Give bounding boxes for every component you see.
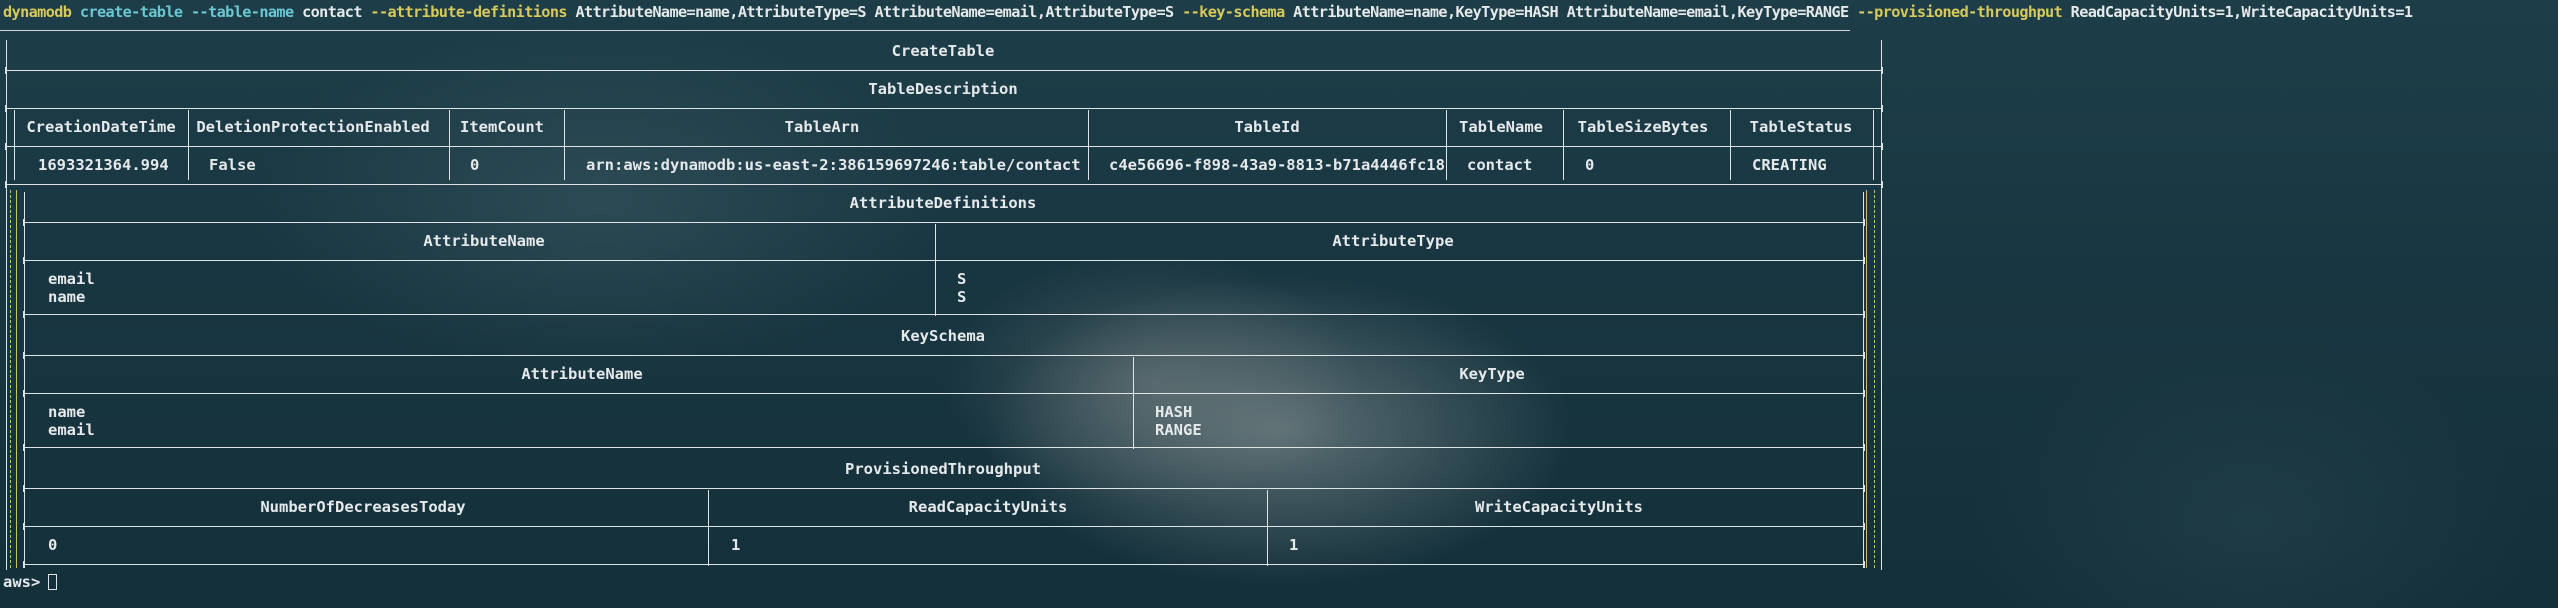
col-header: AttributeType (1332, 232, 1454, 250)
col-sep (449, 110, 450, 180)
decreases-today: 0 (48, 536, 58, 554)
outer-right-border (1881, 40, 1882, 570)
col-header: TableArn (784, 118, 860, 136)
rule (23, 390, 1865, 397)
create-table-title: CreateTable (891, 42, 995, 60)
rule (23, 257, 1865, 264)
write-capacity: 1 (1289, 536, 1299, 554)
outer-left-border (6, 40, 7, 570)
col-header: TableId (1234, 118, 1300, 136)
section-left (24, 451, 25, 566)
rule (23, 561, 1865, 568)
col-sep (935, 224, 936, 316)
rule (23, 311, 1865, 318)
rule (5, 143, 1883, 150)
col-header: ReadCapacityUnits (908, 498, 1068, 516)
attr-type: S (957, 288, 967, 306)
attr-type: S (957, 270, 967, 288)
col-sep (14, 110, 15, 180)
rule (23, 219, 1865, 226)
key-type: HASH (1155, 403, 1193, 421)
rule (5, 181, 1883, 188)
read-capacity: 1 (731, 536, 741, 554)
flag-attribute-definitions: --attribute-definitions (370, 3, 567, 21)
col-header: CreationDateTime (26, 118, 176, 136)
value-attribute-definitions: AttributeName=name,AttributeType=S Attri… (575, 3, 1174, 21)
key-attr-name: name (48, 403, 86, 421)
table-description-title: TableDescription (868, 80, 1018, 98)
rule (5, 105, 1883, 112)
rule (5, 67, 1883, 74)
key-schema-title: KeySchema (901, 327, 985, 345)
table-name: contact (1467, 156, 1533, 174)
col-header: DeletionProtectionEnabled (196, 118, 430, 136)
section-right (1863, 451, 1864, 566)
col-sep (564, 110, 565, 180)
table-arn: arn:aws:dynamodb:us-east-2:386159697246:… (586, 156, 1081, 174)
col-sep (1730, 110, 1731, 180)
section-left (24, 192, 25, 314)
col-header: WriteCapacityUnits (1475, 498, 1643, 516)
shell-prompt: aws> (3, 573, 41, 591)
nest-border-right-inner (1866, 190, 1867, 568)
col-sep (708, 490, 709, 566)
table-id: c4e56696-f898-43a9-8813-b71a4446fc18 (1109, 156, 1445, 174)
attr-name: email (48, 270, 95, 288)
key-attr-name: email (48, 421, 95, 439)
nest-border-left (10, 190, 11, 568)
flag-provisioned-throughput: --provisioned-throughput (1857, 3, 2063, 21)
rule (23, 485, 1865, 492)
col-header: KeyType (1459, 365, 1525, 383)
creation-date-time: 1693321364.994 (38, 156, 169, 174)
rule (23, 352, 1865, 359)
col-sep (1267, 490, 1268, 566)
table-size-bytes: 0 (1585, 156, 1595, 174)
value-key-schema: AttributeName=name,KeyType=HASH Attribut… (1293, 3, 1849, 21)
col-header: AttributeName (423, 232, 545, 250)
command-underline (0, 30, 1850, 31)
text-cursor[interactable] (48, 574, 57, 590)
col-sep (1563, 110, 1564, 180)
section-left (24, 318, 25, 448)
flag-key-schema: --key-schema (1182, 3, 1285, 21)
table-status: CREATING (1752, 156, 1827, 174)
col-sep (1873, 110, 1874, 180)
rule (23, 444, 1865, 451)
col-sep (1446, 110, 1447, 180)
section-right (1863, 192, 1864, 314)
deletion-protection: False (209, 156, 256, 174)
command-subcommand: create-table (79, 3, 183, 21)
provisioned-throughput-title: ProvisionedThroughput (845, 460, 1041, 478)
col-sep (188, 110, 189, 180)
key-type: RANGE (1155, 421, 1202, 439)
rule (23, 523, 1865, 530)
command-program: dynamodb (3, 3, 72, 21)
value-table-name: contact (302, 3, 362, 21)
value-provisioned-throughput: ReadCapacityUnits=1,WriteCapacityUnits=1 (2070, 3, 2413, 21)
col-header: AttributeName (521, 365, 643, 383)
col-header: ItemCount (460, 118, 544, 136)
col-sep (1133, 357, 1134, 449)
col-header: NumberOfDecreasesToday (260, 498, 466, 516)
attr-name: name (48, 288, 86, 306)
item-count: 0 (470, 156, 480, 174)
col-header: TableName (1459, 118, 1543, 136)
command-line: dynamodb create-table --table-name conta… (3, 3, 2413, 21)
col-sep (1088, 110, 1089, 180)
flag-table-name: --table-name (190, 3, 294, 21)
col-header: TableStatus (1749, 118, 1853, 136)
col-header: TableSizeBytes (1577, 118, 1709, 136)
attribute-definitions-title: AttributeDefinitions (849, 194, 1037, 212)
nest-border-right (1874, 190, 1875, 568)
nest-border-left-inner (16, 190, 17, 568)
section-right (1863, 318, 1864, 448)
